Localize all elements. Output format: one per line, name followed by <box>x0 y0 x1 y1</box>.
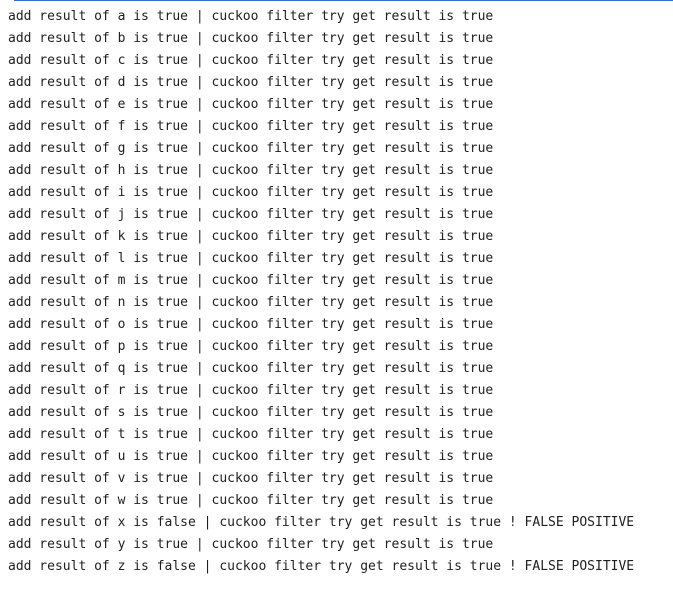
console-line: add result of c is true | cuckoo filter … <box>8 53 494 68</box>
console-line: add result of m is true | cuckoo filter … <box>8 273 494 288</box>
console-line: add result of w is true | cuckoo filter … <box>8 493 494 508</box>
console-line: add result of l is true | cuckoo filter … <box>8 251 494 266</box>
console-line: add result of t is true | cuckoo filter … <box>8 427 494 442</box>
console-line: add result of g is true | cuckoo filter … <box>8 141 494 156</box>
console-line: add result of q is true | cuckoo filter … <box>8 361 494 376</box>
console-line: add result of h is true | cuckoo filter … <box>8 163 494 178</box>
console-line-false-positive: add result of x is false | cuckoo filter… <box>8 515 635 530</box>
console-line: add result of b is true | cuckoo filter … <box>8 31 494 46</box>
console-line: add result of o is true | cuckoo filter … <box>8 317 494 332</box>
console-line-false-positive: add result of z is false | cuckoo filter… <box>8 559 635 574</box>
top-divider <box>14 0 673 1</box>
console-output[interactable]: add result of a is true | cuckoo filter … <box>8 6 668 578</box>
console-line: add result of i is true | cuckoo filter … <box>8 185 494 200</box>
console-line: add result of v is true | cuckoo filter … <box>8 471 494 486</box>
console-line: add result of r is true | cuckoo filter … <box>8 383 494 398</box>
console-line: add result of j is true | cuckoo filter … <box>8 207 494 222</box>
console-line: add result of f is true | cuckoo filter … <box>8 119 494 134</box>
console-line: add result of n is true | cuckoo filter … <box>8 295 494 310</box>
console-line: add result of y is true | cuckoo filter … <box>8 537 494 552</box>
console-line: add result of a is true | cuckoo filter … <box>8 9 494 24</box>
console-line: add result of k is true | cuckoo filter … <box>8 229 494 244</box>
console-line: add result of u is true | cuckoo filter … <box>8 449 494 464</box>
console-line: add result of s is true | cuckoo filter … <box>8 405 494 420</box>
console-line: add result of p is true | cuckoo filter … <box>8 339 494 354</box>
console-line: add result of d is true | cuckoo filter … <box>8 75 494 90</box>
console-line: add result of e is true | cuckoo filter … <box>8 97 494 112</box>
